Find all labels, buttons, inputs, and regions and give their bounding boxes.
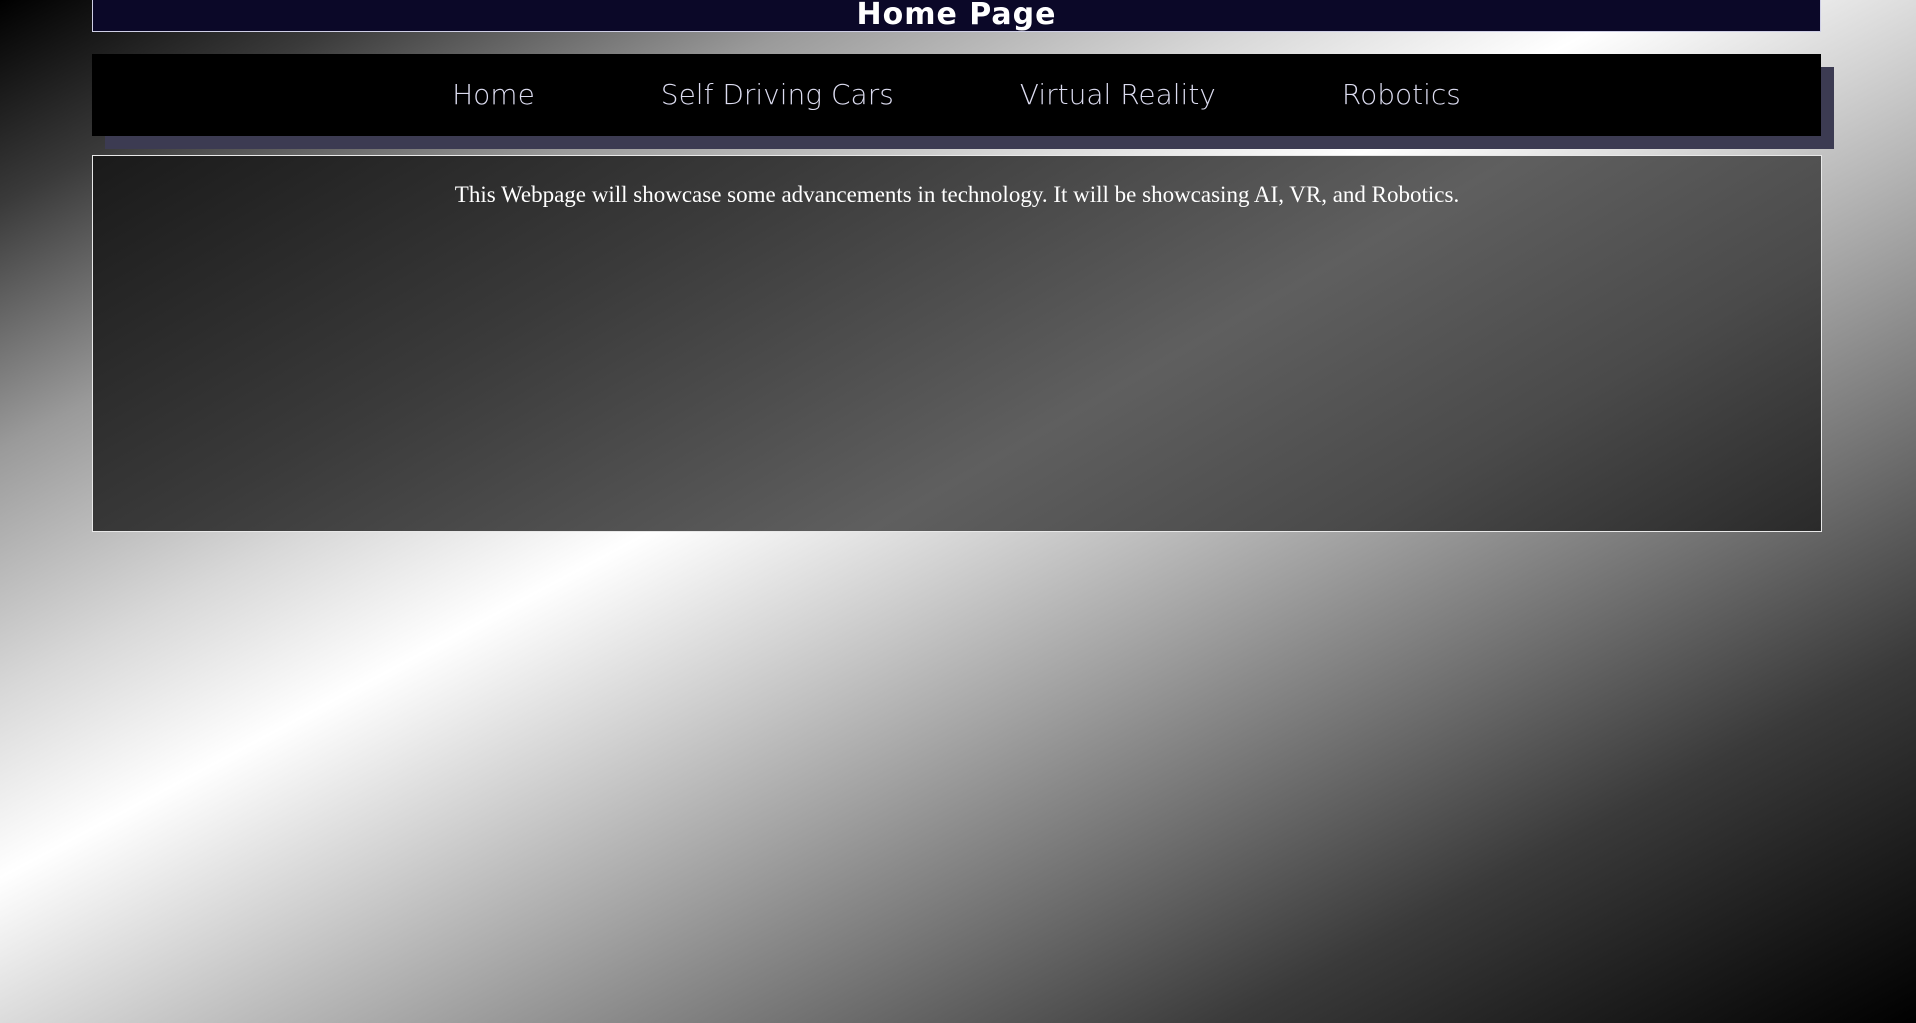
intro-text: This Webpage will showcase some advancem… xyxy=(454,182,1460,207)
nav-link-robotics[interactable]: Robotics xyxy=(1342,81,1461,109)
intro-section: This Webpage will showcase some advancem… xyxy=(92,155,1822,532)
nav-link-self-driving-cars[interactable]: Self Driving Cars xyxy=(661,81,894,109)
main-nav: Home Self Driving Cars Virtual Reality R… xyxy=(92,54,1821,136)
nav-link-virtual-reality[interactable]: Virtual Reality xyxy=(1020,81,1216,109)
nav-link-home[interactable]: Home xyxy=(452,81,535,109)
page-title: Home Page xyxy=(856,0,1057,32)
page-header: Home Page xyxy=(92,0,1821,32)
